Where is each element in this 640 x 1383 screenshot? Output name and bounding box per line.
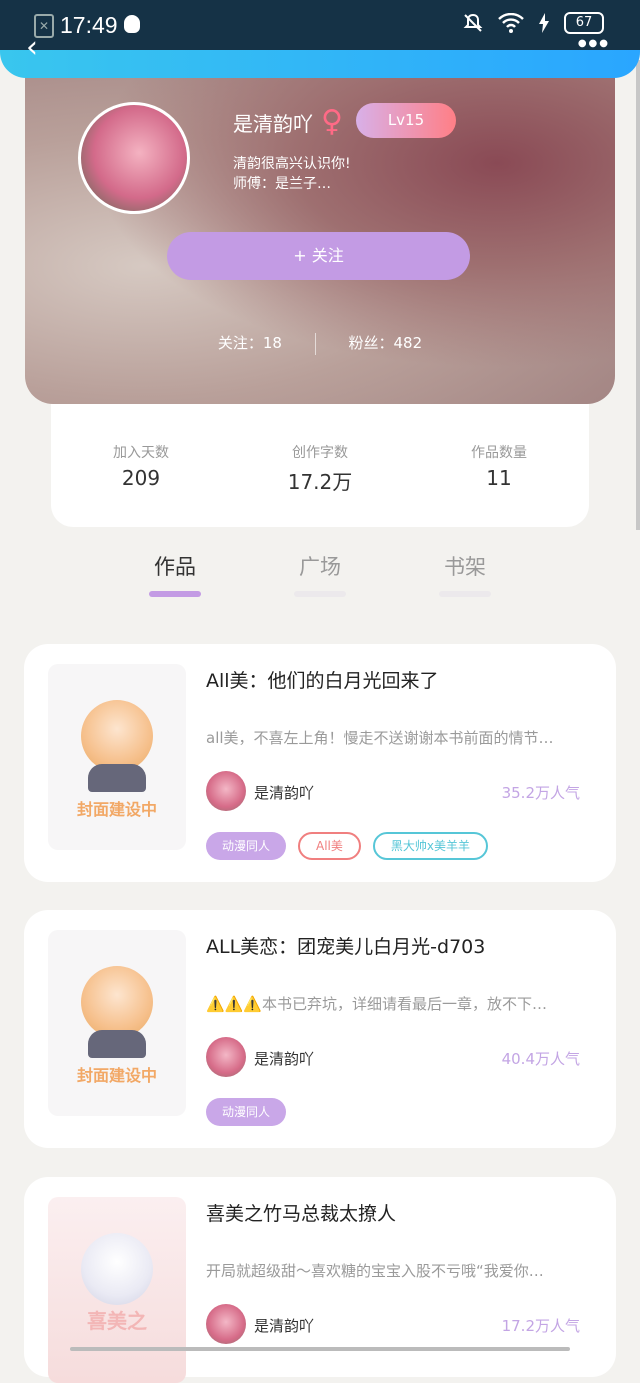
stats-card: 加入天数 209 创作字数 17.2万 作品数量 11 — [51, 404, 589, 527]
work-title[interactable]: 喜美之竹马总裁太撩人 — [206, 1199, 396, 1226]
tab-works[interactable]: 作品 — [135, 551, 215, 597]
author-avatar — [206, 1037, 246, 1077]
bio: 清韵很高兴认识你! 师傅：是兰子… — [233, 154, 351, 194]
cover-placeholder-text: 封面建设中 — [76, 800, 157, 819]
popularity: 17.2万人气 — [501, 1317, 580, 1335]
tab-underline — [149, 591, 201, 597]
tab-underline — [439, 591, 491, 597]
tab-label: 书架 — [444, 555, 486, 579]
tab-underline — [294, 591, 346, 597]
tab-label: 广场 — [299, 555, 341, 579]
divider — [314, 332, 316, 355]
tag-list: 动漫同人 All美 黑大帅x美羊羊 — [206, 832, 489, 860]
cover-placeholder-text: 封面建设中 — [76, 1066, 157, 1085]
tab-bookshelf[interactable]: 书架 — [425, 551, 505, 597]
author-avatar — [206, 1304, 246, 1344]
author-name: 是清韵吖 — [254, 1050, 315, 1068]
cover-character — [81, 1233, 153, 1305]
stat-label: 创作字数 — [292, 445, 348, 461]
work-cover[interactable]: 喜美之 — [48, 1197, 186, 1383]
work-title[interactable]: All美：他们的白月光回来了 — [206, 666, 439, 693]
qq-icon — [124, 15, 140, 33]
stat-value: 209 — [121, 466, 161, 490]
follow-button[interactable]: + 关注 — [167, 232, 470, 280]
status-icons: 67 — [462, 12, 604, 34]
placeholder-face — [81, 700, 153, 772]
placeholder-face — [81, 966, 153, 1038]
tab-square[interactable]: 广场 — [280, 551, 360, 597]
tag-list: 动漫同人 — [206, 1098, 287, 1126]
work-description: ⚠️⚠️⚠️本书已弃坑，详细请看最后一章，放不下… — [206, 995, 548, 1013]
work-cover[interactable]: 封面建设中 — [48, 664, 186, 850]
following-count[interactable]: 关注：18 — [218, 332, 282, 353]
placeholder-body — [88, 1030, 146, 1058]
bio-line-1: 清韵很高兴认识你! — [233, 156, 351, 172]
author-name: 是清韵吖 — [254, 1317, 315, 1335]
username: 是清韵吖 — [233, 112, 313, 136]
level-badge: Lv15 — [356, 103, 456, 138]
tag[interactable]: 动漫同人 — [206, 1098, 287, 1126]
stat-works-count: 作品数量 11 — [409, 442, 589, 490]
stat-word-count: 创作字数 17.2万 — [230, 442, 410, 495]
more-dots-icon[interactable]: ●●● — [578, 38, 610, 49]
wifi-icon — [498, 13, 524, 33]
work-description: all美，不喜左上角！慢走不送谢谢本书前面的情节… — [206, 729, 554, 747]
stat-label: 加入天数 — [113, 445, 169, 461]
stat-value: 11 — [486, 466, 512, 490]
female-gender-icon: ♀ — [321, 104, 343, 139]
popularity: 35.2万人气 — [501, 784, 580, 802]
scrollbar[interactable] — [636, 60, 640, 530]
tag[interactable]: All美 — [298, 832, 361, 860]
bio-line-2: 师傅：是兰子… — [233, 176, 331, 192]
popularity: 40.4万人气 — [501, 1050, 580, 1068]
stat-label: 作品数量 — [471, 445, 527, 461]
tag[interactable]: 黑大帅x美羊羊 — [372, 832, 489, 860]
cover-title-text: 喜美之 — [87, 1309, 147, 1333]
battery-indicator: 67 — [564, 12, 604, 34]
stat-join-days: 加入天数 209 — [51, 442, 231, 490]
placeholder-body — [88, 764, 146, 792]
avatar[interactable] — [78, 102, 190, 214]
tab-label: 作品 — [154, 555, 196, 579]
status-time: 17:49 — [60, 12, 118, 38]
stat-value: 17.2万 — [287, 470, 353, 494]
back-arrow-icon[interactable]: ‹ — [26, 30, 38, 65]
charging-icon — [539, 13, 549, 33]
work-card[interactable]: 封面建设中 ALL美恋：团宠美儿白月光-d703 ⚠️⚠️⚠️本书已弃坑，详细请… — [24, 910, 616, 1148]
tag[interactable]: 动漫同人 — [206, 832, 287, 860]
work-title[interactable]: ALL美恋：团宠美儿白月光-d703 — [206, 932, 485, 959]
work-cover[interactable]: 封面建设中 — [48, 930, 186, 1116]
home-indicator — [70, 1347, 570, 1351]
fans-count[interactable]: 粉丝：482 — [349, 332, 423, 353]
author-name: 是清韵吖 — [254, 784, 315, 802]
work-card[interactable]: 封面建设中 All美：他们的白月光回来了 all美，不喜左上角！慢走不送谢谢本书… — [24, 644, 616, 882]
header-bar — [0, 50, 640, 78]
status-bar: ✕ 17:49 67 — [0, 0, 640, 50]
mute-icon — [463, 13, 483, 32]
work-description: 开局就超级甜～喜欢糖的宝宝入股不亏哦“我爱你… — [206, 1262, 544, 1280]
profile-header: 是清韵吖 ♀ Lv15 清韵很高兴认识你! 师傅：是兰子… + 关注 关注：18… — [25, 60, 615, 404]
author-avatar — [206, 771, 246, 811]
follow-counts: 关注：18 粉丝：482 — [25, 332, 615, 355]
